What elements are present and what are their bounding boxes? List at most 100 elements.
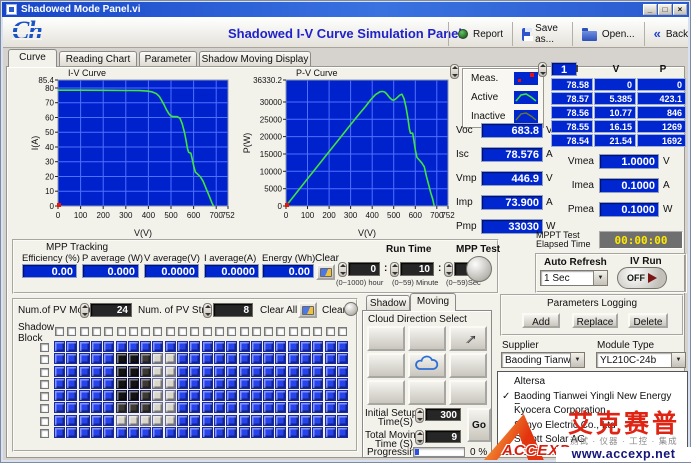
dropdown-item[interactable]: Sanyo Electric Co., Ltd: [498, 419, 687, 433]
column-checkbox-21[interactable]: [301, 327, 310, 336]
shadow-cell-r6c11[interactable]: [177, 402, 188, 413]
shadow-cell-r5c11[interactable]: [177, 390, 188, 401]
shadow-cell-r4c11[interactable]: [177, 378, 188, 389]
shadow-cell-r7c12[interactable]: [189, 415, 200, 426]
shadow-cell-r3c2[interactable]: [66, 366, 77, 377]
shadow-cell-r2c16[interactable]: [239, 353, 250, 364]
shadow-cell-r6c3[interactable]: [79, 402, 90, 413]
shadow-cell-r3c16[interactable]: [239, 366, 250, 377]
shadow-cell-r3c8[interactable]: [140, 366, 151, 377]
shadow-cell-r5c18[interactable]: [263, 390, 274, 401]
shadow-cell-r7c8[interactable]: [140, 415, 151, 426]
shadow-cell-r8c16[interactable]: [239, 427, 250, 438]
shadow-cell-r6c23[interactable]: [325, 402, 336, 413]
shadow-cell-r7c15[interactable]: [226, 415, 237, 426]
shadow-cell-r2c7[interactable]: [128, 353, 139, 364]
shadow-cell-r1c5[interactable]: [103, 341, 114, 352]
active-legend-icon[interactable]: [514, 91, 538, 104]
shadow-cell-r4c12[interactable]: [189, 378, 200, 389]
minimize-button[interactable]: _: [643, 4, 657, 15]
shadow-cell-r8c17[interactable]: [251, 427, 262, 438]
shadow-cell-r8c14[interactable]: [214, 427, 225, 438]
shadow-cell-r2c22[interactable]: [312, 353, 323, 364]
shadow-cell-r5c24[interactable]: [337, 390, 348, 401]
column-checkbox-19[interactable]: [276, 327, 285, 336]
shadow-cell-r1c13[interactable]: [202, 341, 213, 352]
direction-button-r3c1[interactable]: [367, 380, 405, 405]
shadow-cell-r8c5[interactable]: [103, 427, 114, 438]
shadow-cell-r5c16[interactable]: [239, 390, 250, 401]
shadow-cell-r4c22[interactable]: [312, 378, 323, 389]
shadow-cell-r3c15[interactable]: [226, 366, 237, 377]
add-button[interactable]: Add: [522, 313, 560, 328]
shadow-cell-r3c17[interactable]: [251, 366, 262, 377]
column-checkbox-13[interactable]: [203, 327, 212, 336]
supplier-select[interactable]: Baoding Tianwei ▼: [501, 352, 585, 368]
shadow-cell-r8c22[interactable]: [312, 427, 323, 438]
shadow-cell-r6c14[interactable]: [214, 402, 225, 413]
close-button[interactable]: ×: [673, 4, 687, 15]
shadow-cell-r4c7[interactable]: [128, 378, 139, 389]
column-checkbox-4[interactable]: [92, 327, 101, 336]
shadow-cell-r1c21[interactable]: [300, 341, 311, 352]
shadow-cell-r3c5[interactable]: [103, 366, 114, 377]
shadow-cell-r4c5[interactable]: [103, 378, 114, 389]
shadow-cell-r5c7[interactable]: [128, 390, 139, 401]
shadow-cell-r3c6[interactable]: [116, 366, 127, 377]
shadow-cell-r2c18[interactable]: [263, 353, 274, 364]
iv-run-toggle[interactable]: OFF: [617, 267, 667, 289]
shadow-cell-r4c1[interactable]: [54, 378, 65, 389]
column-checkbox-5[interactable]: [104, 327, 113, 336]
shadow-cell-r2c14[interactable]: [214, 353, 225, 364]
shadow-cell-r7c9[interactable]: [152, 415, 163, 426]
run-time-second-spinner[interactable]: [444, 262, 453, 277]
shadow-cell-r6c2[interactable]: [66, 402, 77, 413]
shadow-cell-r5c2[interactable]: [66, 390, 77, 401]
shadow-cell-r5c19[interactable]: [275, 390, 286, 401]
shadow-cell-r6c21[interactable]: [300, 402, 311, 413]
shadow-cell-r2c17[interactable]: [251, 353, 262, 364]
shadow-cell-r5c1[interactable]: [54, 390, 65, 401]
shadow-cell-r5c4[interactable]: [91, 390, 102, 401]
shadow-cell-r4c3[interactable]: [79, 378, 90, 389]
column-checkbox-24[interactable]: [338, 327, 347, 336]
shadow-cell-r5c6[interactable]: [116, 390, 127, 401]
tab-curve[interactable]: Curve: [8, 49, 57, 67]
shadow-cell-r3c4[interactable]: [91, 366, 102, 377]
module-type-arrow-icon[interactable]: ▼: [671, 353, 685, 367]
shadow-cell-r3c9[interactable]: [152, 366, 163, 377]
shadow-cell-r3c13[interactable]: [202, 366, 213, 377]
shadow-cell-r6c12[interactable]: [189, 402, 200, 413]
shadow-cell-r4c17[interactable]: [251, 378, 262, 389]
save-as-button[interactable]: Save as...: [512, 22, 572, 46]
shadow-cell-r1c7[interactable]: [128, 341, 139, 352]
shadow-cell-r5c3[interactable]: [79, 390, 90, 401]
shadow-cell-r4c19[interactable]: [275, 378, 286, 389]
shadow-cell-r1c8[interactable]: [140, 341, 151, 352]
direction-button-r3c3[interactable]: [449, 380, 487, 405]
shadow-cell-r8c1[interactable]: [54, 427, 65, 438]
mpp-clear-button[interactable]: [316, 264, 335, 280]
shadow-cell-r2c4[interactable]: [91, 353, 102, 364]
shadow-cell-r6c19[interactable]: [275, 402, 286, 413]
shadow-cell-r5c13[interactable]: [202, 390, 213, 401]
shadow-cell-r3c3[interactable]: [79, 366, 90, 377]
shadow-cell-r4c21[interactable]: [300, 378, 311, 389]
shadow-cell-r8c18[interactable]: [263, 427, 274, 438]
tab-shadow[interactable]: Shadow: [366, 295, 410, 311]
back-button[interactable]: « Back: [644, 22, 691, 46]
dropdown-item[interactable]: Schott Solar AG: [498, 433, 687, 447]
tab-moving[interactable]: Moving: [410, 293, 456, 311]
delete-button[interactable]: Delete: [628, 313, 668, 328]
shadow-cell-r8c24[interactable]: [337, 427, 348, 438]
num-pv-string-input[interactable]: 8: [213, 303, 253, 317]
shadow-cell-r6c6[interactable]: [116, 402, 127, 413]
dropdown-item[interactable]: Kyocera Corporation: [498, 404, 687, 418]
shadow-cell-r7c2[interactable]: [66, 415, 77, 426]
shadow-cell-r4c14[interactable]: [214, 378, 225, 389]
go-button[interactable]: Go: [467, 408, 491, 442]
shadow-cell-r7c13[interactable]: [202, 415, 213, 426]
shadow-cell-r1c15[interactable]: [226, 341, 237, 352]
shadow-cell-r5c23[interactable]: [325, 390, 336, 401]
shadow-cell-r2c6[interactable]: [116, 353, 127, 364]
